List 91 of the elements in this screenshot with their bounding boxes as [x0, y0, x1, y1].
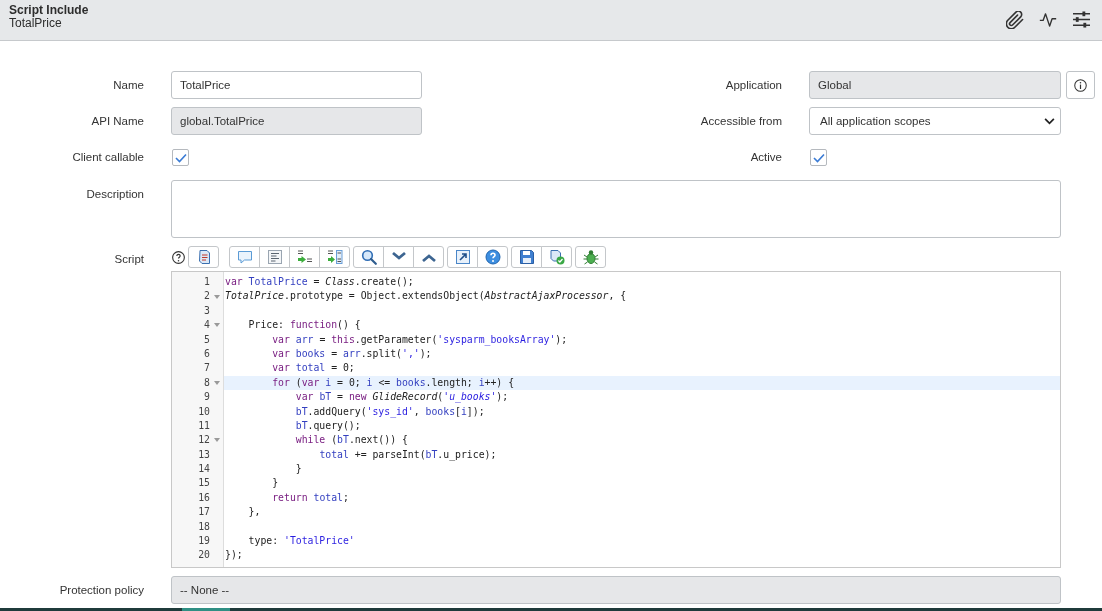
code-line: var total = 0; [272, 362, 355, 374]
info-icon [1074, 78, 1087, 92]
line-number: 17 [197, 505, 210, 520]
code-line: bT.addQuery('sys_id', books[i]); [295, 405, 485, 417]
field-label: Client callable [72, 150, 144, 165]
checkbox[interactable] [172, 149, 189, 166]
code-line: while (bT.next()) { [295, 434, 408, 446]
speech-bubble-icon [236, 249, 253, 265]
previous-match-button[interactable] [413, 246, 444, 268]
next-match-button[interactable] [383, 246, 414, 268]
page-title: Script Include [9, 4, 89, 17]
field-label: Application [725, 78, 782, 93]
code-line: }); [225, 549, 243, 561]
code-line: }, [248, 506, 261, 518]
line-number: 15 [197, 476, 210, 491]
line-number: 5 [203, 332, 210, 347]
bug-icon [582, 249, 599, 265]
line-number: 10 [197, 404, 210, 419]
text-field[interactable]: TotalPrice [171, 71, 422, 99]
checkmark-icon [174, 152, 187, 163]
line-number: 11 [197, 418, 210, 433]
line-number: 16 [197, 490, 210, 505]
line-number: 2 [203, 289, 210, 304]
info-button[interactable] [1066, 71, 1095, 99]
line-number: 8 [203, 375, 210, 390]
fold-arrow-icon[interactable] [213, 294, 220, 299]
code-line: var TotalPrice = Class.create(); [225, 276, 414, 287]
field-label: Name [113, 78, 144, 93]
field-label: Description [86, 187, 144, 202]
line-number: 14 [197, 462, 210, 477]
code-line: var books = arr.split(','); [272, 347, 432, 359]
fold-arrow-icon[interactable] [213, 323, 220, 328]
code-line: var bT = new GlideRecord('u_books'); [295, 391, 509, 403]
code-line: for (var i = 0; i <= books.length; i++) { [272, 376, 515, 388]
line-number: 18 [197, 519, 210, 534]
field-label: Accessible from [700, 114, 782, 129]
text-lines-icon [266, 249, 283, 265]
code-line: type: 'TotalPrice' [248, 535, 355, 547]
syntax-check-button[interactable] [541, 246, 572, 268]
search-button[interactable] [353, 246, 384, 268]
line-number: 20 [197, 548, 210, 563]
format-code-button[interactable] [259, 246, 290, 268]
save-button[interactable] [511, 246, 542, 268]
sliders-icon[interactable] [1072, 11, 1091, 28]
fold-arrow-icon[interactable] [213, 438, 220, 443]
dropdown[interactable]: All application scopes [809, 107, 1061, 135]
line-number: 1 [203, 275, 210, 289]
code-line: return total; [272, 491, 349, 503]
help-icon[interactable] [172, 250, 185, 264]
checkbox[interactable] [810, 149, 827, 166]
script-debug-button[interactable] [575, 246, 606, 268]
field-label: Script [114, 252, 144, 267]
code-line: } [272, 477, 279, 489]
dropdown[interactable]: -- None -- [171, 576, 1061, 604]
line-number: 4 [203, 318, 210, 333]
replace-all-button[interactable] [319, 246, 350, 268]
checkmark-icon [812, 152, 825, 163]
line-number: 7 [203, 361, 210, 376]
line-number: 3 [203, 303, 210, 318]
line-number: 9 [203, 390, 210, 405]
code-line: } [295, 463, 302, 475]
line-number: 13 [197, 447, 210, 462]
replace-all-arrow-icon [326, 249, 343, 265]
toggle-comment-button[interactable] [229, 246, 260, 268]
code-line: var arr = this.getParameter('sysparm_booksArray'); [272, 333, 568, 345]
field-label: API Name [91, 114, 144, 129]
bar-indicator [182, 608, 230, 611]
help-icon [484, 249, 501, 265]
record-name: TotalPrice [9, 17, 63, 30]
field-label: Protection policy [59, 583, 144, 598]
fold-arrow-icon[interactable] [213, 380, 220, 385]
code-line: Price: function() { [248, 319, 361, 331]
text-field[interactable]: global.TotalPrice [171, 107, 422, 135]
line-number: 12 [197, 433, 210, 448]
replace-button[interactable] [289, 246, 320, 268]
line-number: 6 [203, 346, 210, 361]
fullscreen-button[interactable] [447, 246, 478, 268]
script-debugger-button[interactable] [188, 246, 219, 268]
document-check-icon [548, 249, 565, 265]
pulse-icon[interactable] [1039, 11, 1057, 28]
search-icon [360, 249, 377, 265]
field-label: Active [750, 150, 782, 165]
code-line: bT.query(); [295, 419, 361, 431]
code-line: total += parseInt(bT.u_price); [319, 448, 497, 460]
replace-arrow-icon [296, 249, 313, 265]
text-field[interactable]: Global [809, 71, 1061, 99]
code-line: TotalPrice.prototype = Object.extendsObject(AbstractAjaxProcessor, { [225, 290, 627, 302]
paperclip-icon[interactable] [1006, 10, 1024, 29]
help-button[interactable] [477, 246, 508, 268]
line-number: 19 [197, 534, 210, 549]
chevron-down-icon [1044, 117, 1055, 125]
